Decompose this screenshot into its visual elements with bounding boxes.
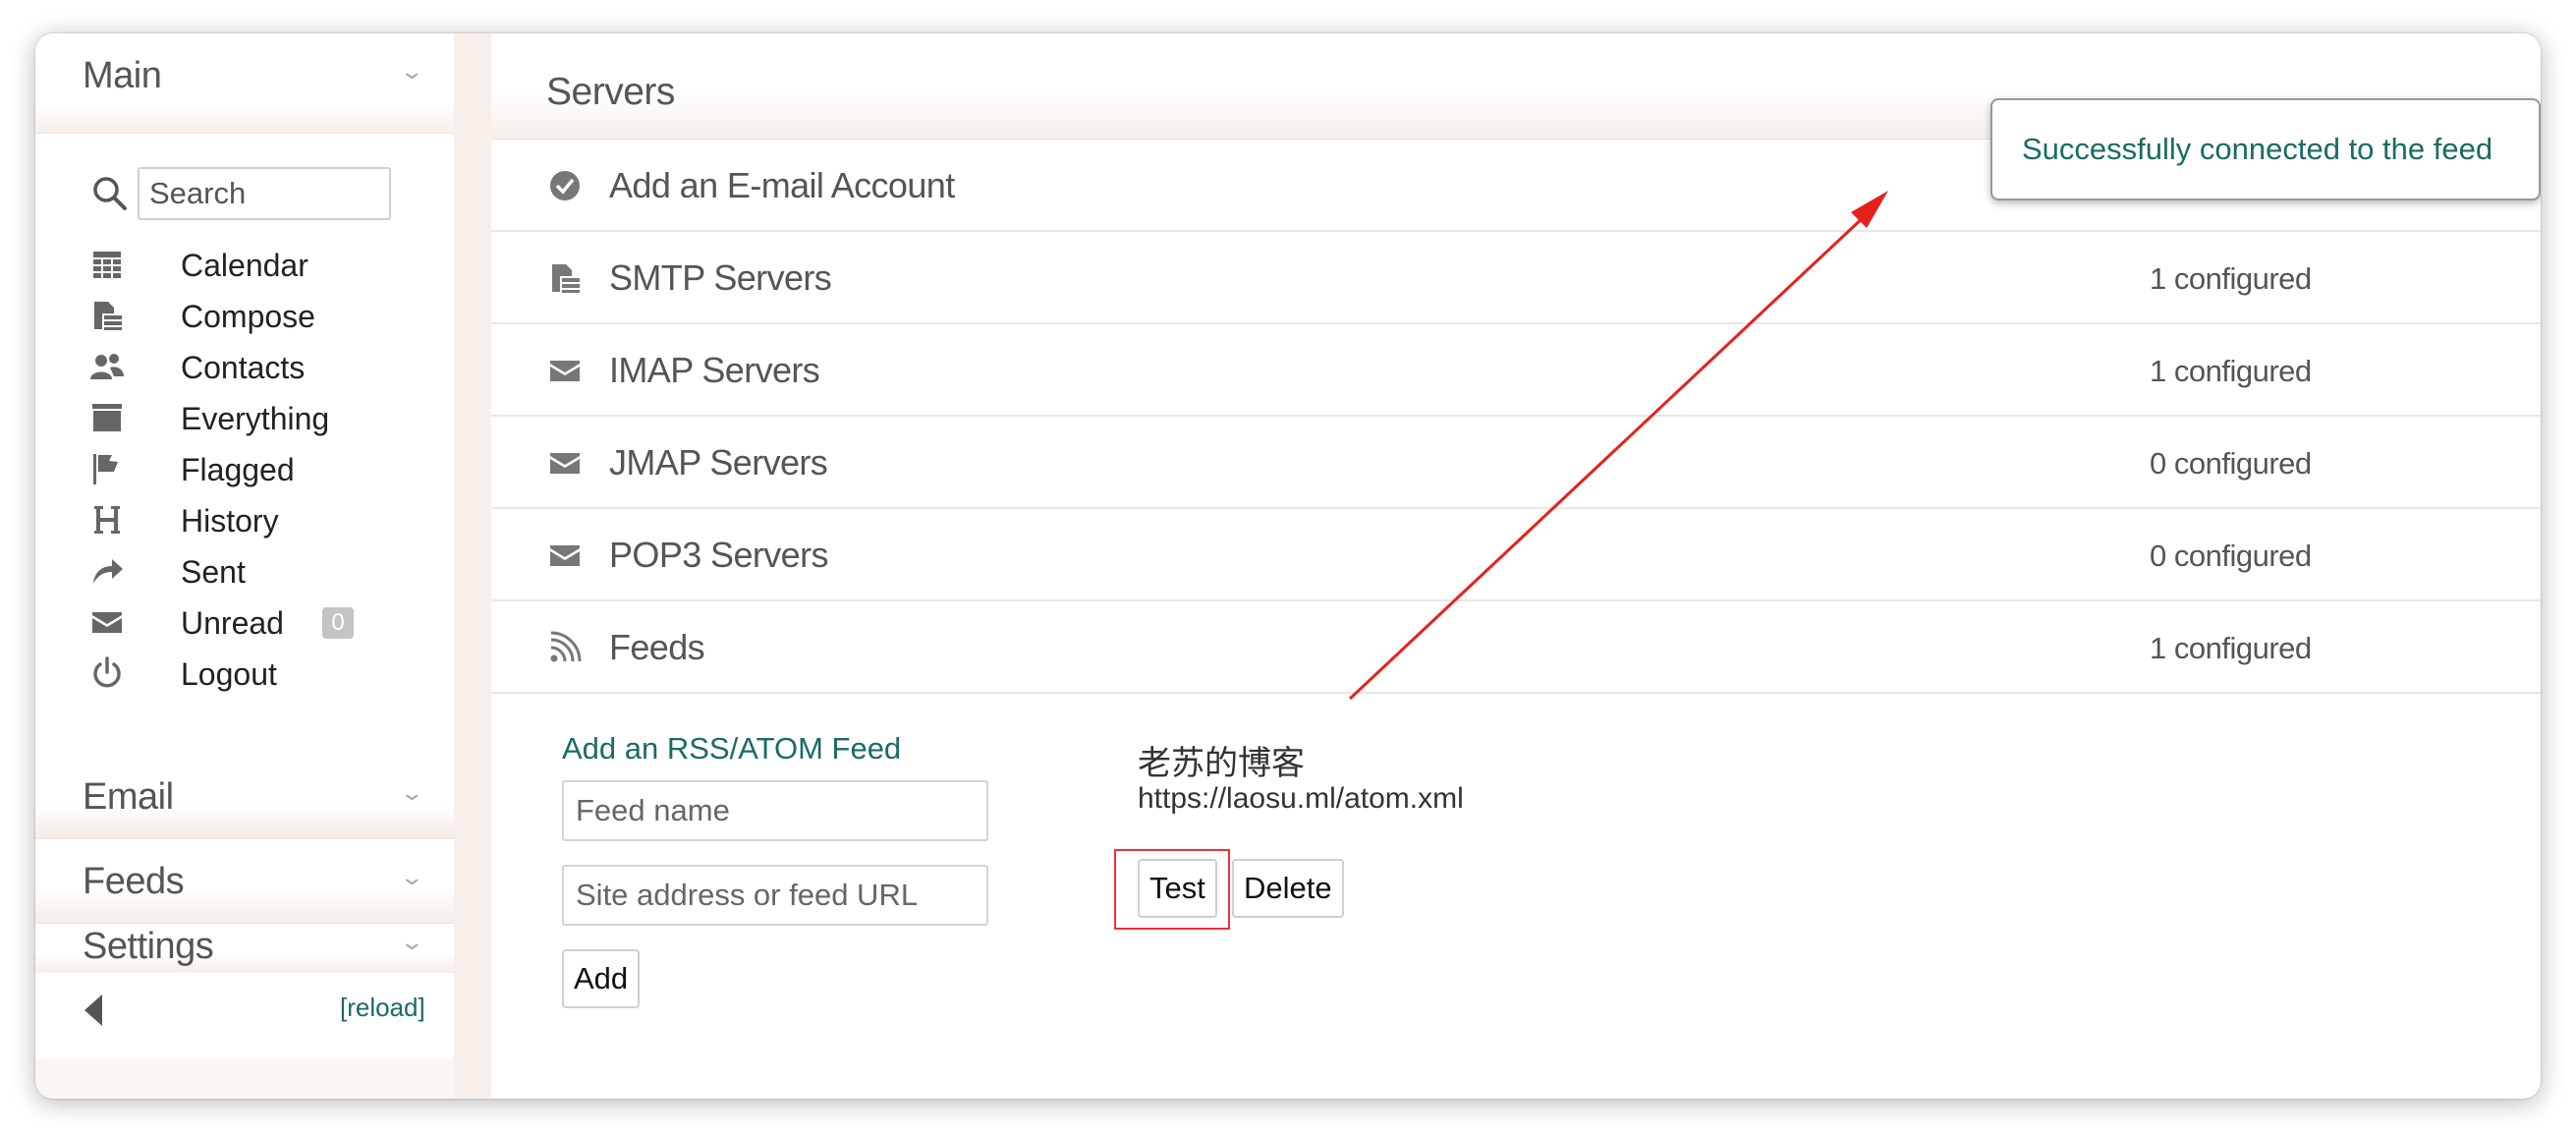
- section-settings-header[interactable]: Settings ⌄: [35, 924, 454, 975]
- jmap-servers-row[interactable]: JMAP Servers 0 configured: [491, 417, 2541, 509]
- sidebar: Main ⌄ Calendar Compose: [35, 33, 454, 1099]
- chevron-down-icon: ⌄: [399, 865, 425, 889]
- row-label: SMTP Servers: [609, 257, 832, 298]
- server-icon: [552, 264, 580, 293]
- notification-text: Successfully connected to the feed: [2022, 132, 2493, 166]
- sidebar-item-unread[interactable]: Unread 0: [90, 601, 424, 645]
- chevron-down-icon: ⌄: [399, 930, 425, 954]
- app-window: Main ⌄ Calendar Compose: [35, 33, 2541, 1099]
- everything-icon: [92, 404, 122, 431]
- row-label: JMAP Servers: [609, 442, 828, 483]
- collapse-sidebar-icon[interactable]: [84, 994, 102, 1026]
- section-feeds-header[interactable]: Feeds ⌄: [35, 839, 454, 924]
- envelope-icon: [92, 612, 122, 633]
- section-title: Feeds: [83, 861, 185, 902]
- flag-icon: [93, 454, 118, 484]
- unread-count-badge: 0: [322, 607, 354, 639]
- sidebar-item-compose[interactable]: Compose: [90, 295, 424, 338]
- contacts-icon: [90, 354, 124, 379]
- sidebar-divider: [454, 33, 491, 1099]
- sidebar-item-contacts[interactable]: Contacts: [90, 346, 424, 389]
- reload-link[interactable]: [reload]: [340, 993, 425, 1023]
- sidebar-item-history[interactable]: History: [90, 499, 424, 542]
- feed-name: 老苏的博客: [1138, 744, 1305, 783]
- sidebar-item-label: Contacts: [181, 350, 306, 385]
- check-circle-icon: [550, 171, 580, 200]
- chevron-down-icon: ⌄: [399, 780, 425, 805]
- row-status: 0 configured: [2150, 446, 2312, 481]
- section-title: Settings: [83, 926, 214, 967]
- compose-icon: [94, 302, 122, 330]
- history-icon: [94, 506, 120, 534]
- sidebar-item-label: Sent: [181, 554, 246, 590]
- sidebar-item-label: Everything: [181, 401, 330, 436]
- power-icon: [93, 656, 121, 688]
- row-status: 1 configured: [2150, 261, 2312, 296]
- sidebar-item-label: Unread: [181, 605, 284, 641]
- envelope-icon: [550, 361, 580, 381]
- page-title: Servers: [546, 71, 675, 113]
- row-status: 1 configured: [2150, 354, 2312, 388]
- sidebar-item-flagged[interactable]: Flagged: [90, 448, 424, 491]
- row-label: Feeds: [609, 627, 705, 667]
- annotation-highlight-box: [1114, 849, 1230, 930]
- sidebar-item-label: History: [181, 503, 279, 539]
- section-main-header[interactable]: Main ⌄: [35, 33, 454, 134]
- add-feed-title: Add an RSS/ATOM Feed: [562, 731, 902, 766]
- sent-icon: [93, 559, 123, 584]
- sidebar-item-calendar[interactable]: Calendar: [90, 244, 424, 287]
- search-input[interactable]: [138, 167, 391, 220]
- row-status: 0 configured: [2150, 539, 2312, 573]
- feeds-row[interactable]: Feeds 1 configured: [491, 601, 2541, 694]
- feed-name-input[interactable]: [562, 780, 988, 841]
- rss-icon: [550, 631, 582, 662]
- row-label: Add an E-mail Account: [609, 165, 955, 205]
- section-email-header[interactable]: Email ⌄: [35, 755, 454, 839]
- search-icon[interactable]: [90, 174, 130, 213]
- smtp-servers-row[interactable]: SMTP Servers 1 configured: [491, 232, 2541, 324]
- sidebar-item-everything[interactable]: Everything: [90, 397, 424, 440]
- section-title: Main: [83, 55, 162, 96]
- add-feed-button[interactable]: Add: [562, 949, 641, 1008]
- imap-servers-row[interactable]: IMAP Servers 1 configured: [491, 324, 2541, 417]
- feed-url-input[interactable]: [562, 865, 988, 926]
- calendar-icon: [93, 252, 121, 278]
- sidebar-item-logout[interactable]: Logout: [90, 653, 424, 696]
- envelope-icon: [550, 545, 580, 566]
- section-title: Email: [83, 776, 174, 818]
- delete-feed-button[interactable]: Delete: [1232, 859, 1344, 918]
- row-label: POP3 Servers: [609, 535, 828, 575]
- sidebar-item-label: Logout: [181, 656, 277, 692]
- sidebar-item-label: Compose: [181, 299, 315, 334]
- sidebar-item-label: Flagged: [181, 452, 295, 487]
- sidebar-item-label: Calendar: [181, 248, 308, 283]
- row-status: 1 configured: [2150, 631, 2312, 665]
- row-label: IMAP Servers: [609, 350, 820, 390]
- chevron-down-icon: ⌄: [399, 59, 425, 84]
- envelope-icon: [550, 453, 580, 474]
- feed-url: https://laosu.ml/atom.xml: [1138, 782, 1464, 815]
- sidebar-item-sent[interactable]: Sent: [90, 550, 424, 594]
- pop3-servers-row[interactable]: POP3 Servers 0 configured: [491, 509, 2541, 601]
- success-notification: Successfully connected to the feed: [1990, 98, 2541, 200]
